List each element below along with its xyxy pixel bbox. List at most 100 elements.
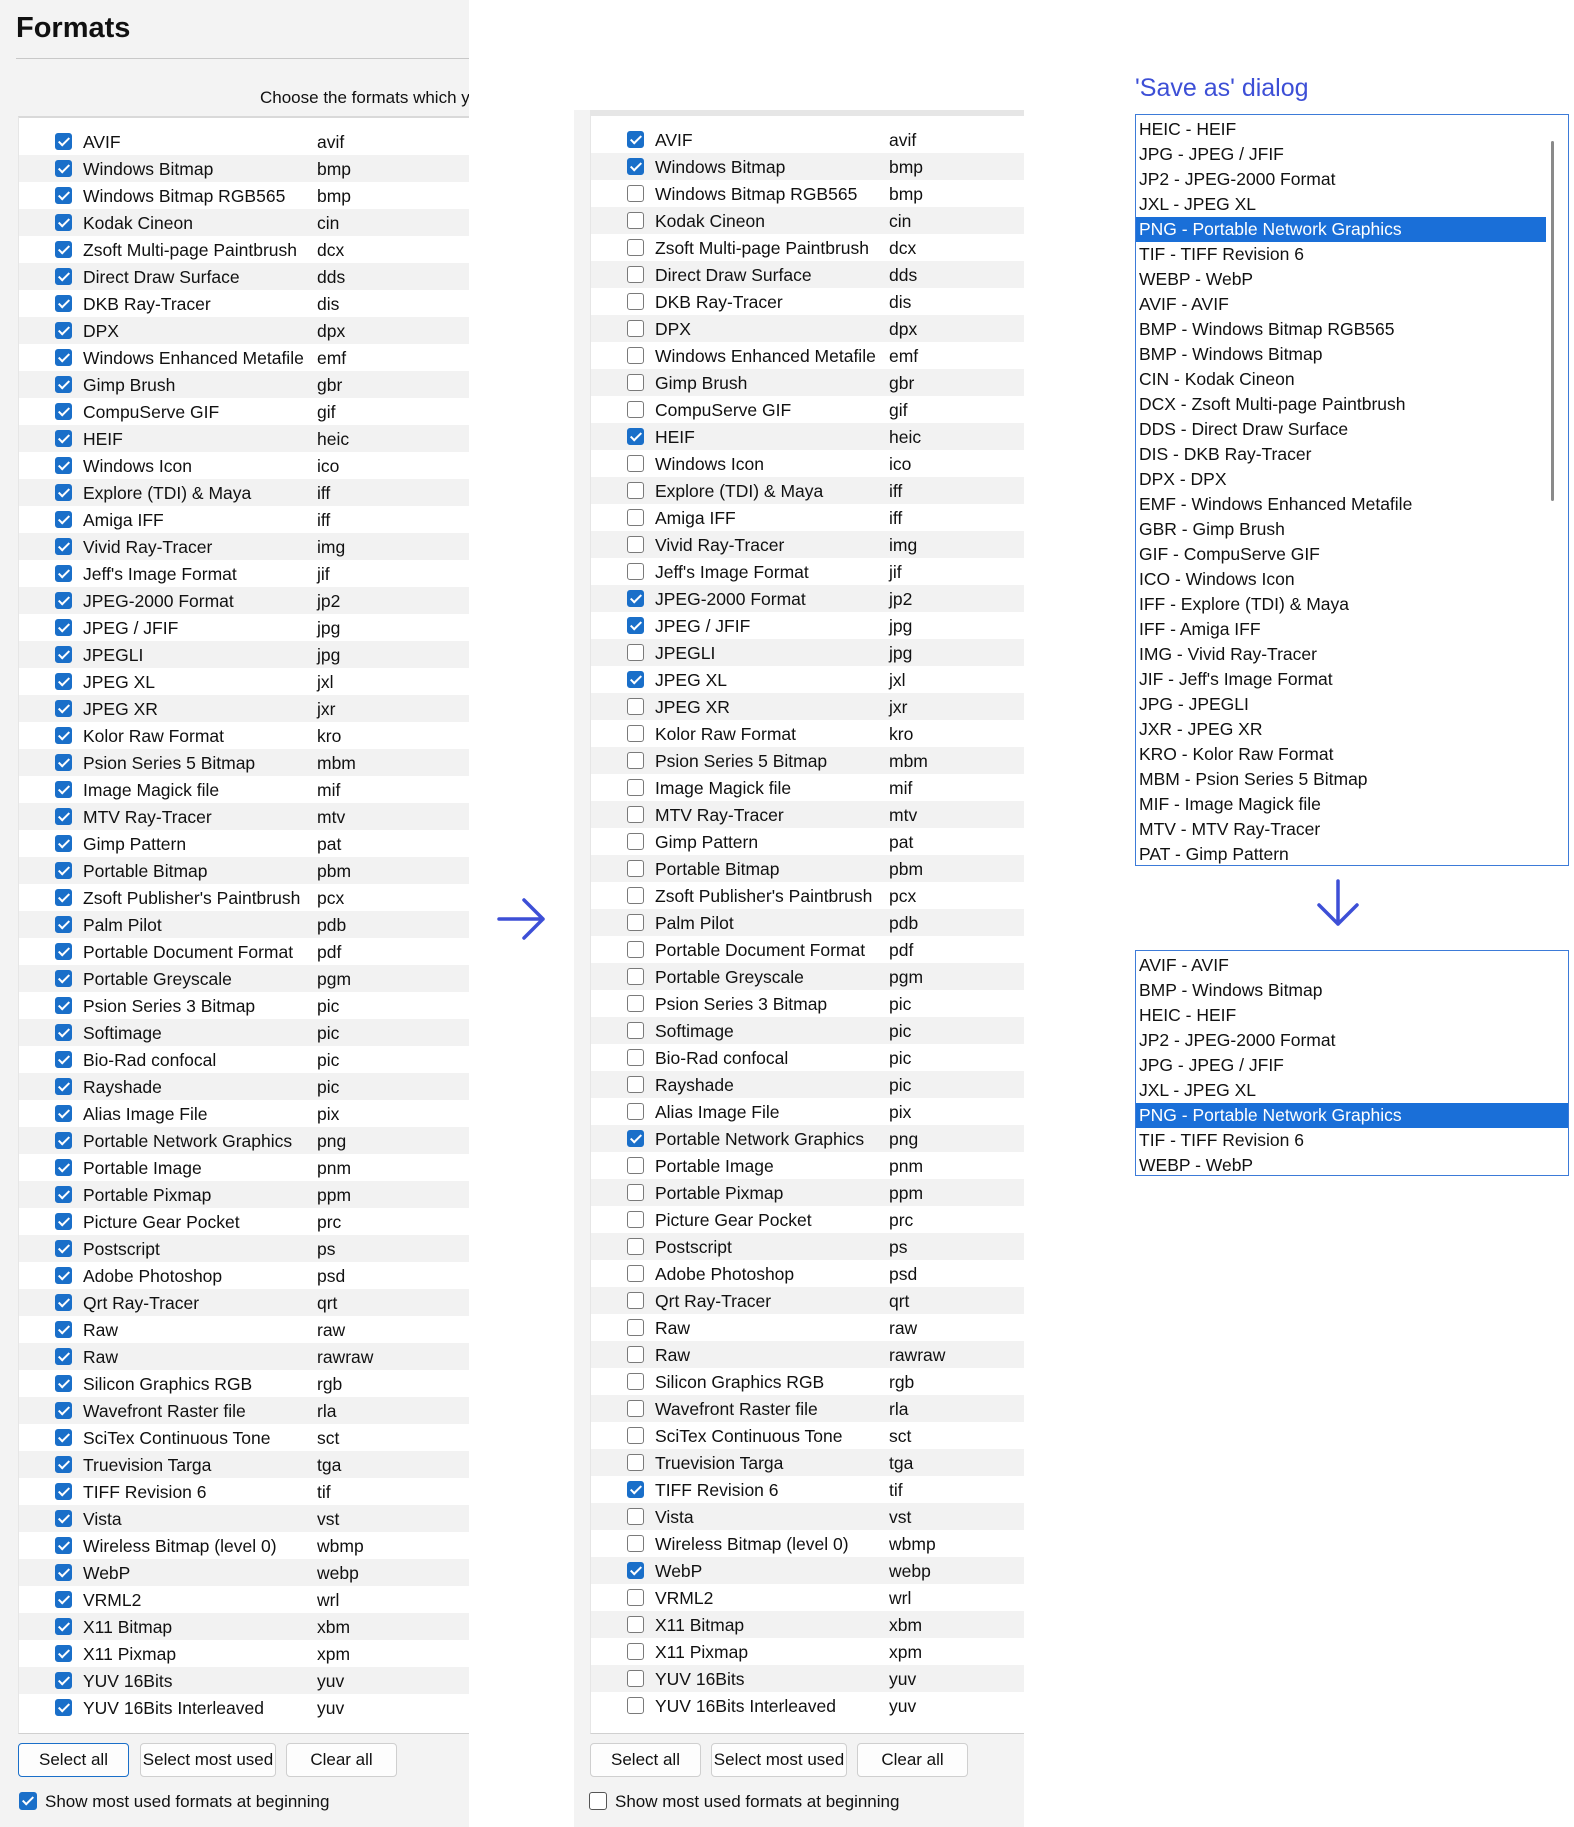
format-checkbox[interactable] bbox=[627, 1643, 644, 1660]
format-option[interactable]: PNG - Portable Network Graphics bbox=[1136, 217, 1546, 242]
save-as-format-list-before[interactable]: HEIC - HEIF JPG - JPEG / JFIF JP2 - JPEG-2… bbox=[1135, 114, 1569, 866]
format-row[interactable]: JPEGLI jpg bbox=[591, 639, 1024, 666]
format-row[interactable]: X11 Bitmap xbm bbox=[591, 1611, 1024, 1638]
format-row[interactable]: Zsoft Multi-page Paintbrush dcx bbox=[19, 236, 469, 263]
format-row[interactable]: Portable Bitmap pbm bbox=[19, 857, 469, 884]
format-row[interactable]: Kolor Raw Format kro bbox=[19, 722, 469, 749]
format-row[interactable]: Zsoft Publisher's Paintbrush pcx bbox=[19, 884, 469, 911]
format-row[interactable]: Amiga IFF iff bbox=[19, 506, 469, 533]
format-checkbox[interactable] bbox=[55, 538, 72, 555]
format-row[interactable]: Truevision Targa tga bbox=[19, 1451, 469, 1478]
format-checkbox[interactable] bbox=[55, 1267, 72, 1284]
format-checkbox[interactable] bbox=[55, 592, 72, 609]
format-checkbox[interactable] bbox=[627, 644, 644, 661]
format-row[interactable]: Silicon Graphics RGB rgb bbox=[591, 1368, 1024, 1395]
format-option[interactable]: TIF - TIFF Revision 6 bbox=[1136, 1128, 1568, 1153]
format-option[interactable]: PAT - Gimp Pattern bbox=[1136, 842, 1546, 865]
format-row[interactable]: HEIF heic bbox=[591, 423, 1024, 450]
format-row[interactable]: Windows Bitmap bmp bbox=[19, 155, 469, 182]
format-row[interactable]: Portable Greyscale pgm bbox=[19, 965, 469, 992]
format-row[interactable]: Windows Enhanced Metafile emf bbox=[19, 344, 469, 371]
format-option[interactable]: DPX - DPX bbox=[1136, 467, 1546, 492]
format-checkbox[interactable] bbox=[627, 1508, 644, 1525]
format-row[interactable]: Portable Document Format pdf bbox=[19, 938, 469, 965]
format-row[interactable]: Psion Series 5 Bitmap mbm bbox=[591, 747, 1024, 774]
select-all-button[interactable]: Select all bbox=[18, 1743, 129, 1777]
format-checkbox[interactable] bbox=[55, 781, 72, 798]
format-row[interactable]: WebP webp bbox=[591, 1557, 1024, 1584]
format-row[interactable]: YUV 16Bits yuv bbox=[591, 1665, 1024, 1692]
format-checkbox[interactable] bbox=[627, 158, 644, 175]
format-row[interactable]: Raw rawraw bbox=[591, 1341, 1024, 1368]
format-row[interactable]: Vista vst bbox=[19, 1505, 469, 1532]
format-checkbox[interactable] bbox=[627, 590, 644, 607]
format-checkbox[interactable] bbox=[627, 1076, 644, 1093]
format-row[interactable]: Picture Gear Pocket prc bbox=[19, 1208, 469, 1235]
format-option[interactable]: JP2 - JPEG-2000 Format bbox=[1136, 167, 1546, 192]
format-option[interactable]: GIF - CompuServe GIF bbox=[1136, 542, 1546, 567]
format-checkbox[interactable] bbox=[627, 563, 644, 580]
format-row[interactable]: Portable Pixmap ppm bbox=[19, 1181, 469, 1208]
format-row[interactable]: SciTex Continuous Tone sct bbox=[19, 1424, 469, 1451]
format-checkbox[interactable] bbox=[627, 1319, 644, 1336]
format-checkbox[interactable] bbox=[55, 1321, 72, 1338]
format-row[interactable]: Palm Pilot pdb bbox=[19, 911, 469, 938]
format-option[interactable]: EMF - Windows Enhanced Metafile bbox=[1136, 492, 1546, 517]
format-option[interactable]: MIF - Image Magick file bbox=[1136, 792, 1546, 817]
format-option[interactable]: GBR - Gimp Brush bbox=[1136, 517, 1546, 542]
format-checkbox[interactable] bbox=[55, 1348, 72, 1365]
format-row[interactable]: Postscript ps bbox=[591, 1233, 1024, 1260]
format-row[interactable]: Softimage pic bbox=[19, 1019, 469, 1046]
format-checkbox[interactable] bbox=[627, 1238, 644, 1255]
format-row[interactable]: MTV Ray-Tracer mtv bbox=[591, 801, 1024, 828]
format-row[interactable]: JPEG XR jxr bbox=[591, 693, 1024, 720]
format-row[interactable]: TIFF Revision 6 tif bbox=[591, 1476, 1024, 1503]
format-checkbox[interactable] bbox=[627, 1103, 644, 1120]
format-checkbox[interactable] bbox=[627, 1481, 644, 1498]
format-row[interactable]: AVIF avif bbox=[591, 126, 1024, 153]
format-checkbox[interactable] bbox=[55, 403, 72, 420]
format-checkbox[interactable] bbox=[627, 806, 644, 823]
format-checkbox[interactable] bbox=[627, 1184, 644, 1201]
format-row[interactable]: Windows Bitmap RGB565 bmp bbox=[19, 182, 469, 209]
formats-list-after[interactable]: AVIF avif Windows Bitmap bmp Windows Bitmap … bbox=[590, 110, 1024, 1734]
format-checkbox[interactable] bbox=[627, 1589, 644, 1606]
format-checkbox[interactable] bbox=[55, 1078, 72, 1095]
format-checkbox[interactable] bbox=[55, 133, 72, 150]
format-row[interactable]: Explore (TDI) & Maya iff bbox=[19, 479, 469, 506]
format-checkbox[interactable] bbox=[55, 727, 72, 744]
format-checkbox[interactable] bbox=[627, 320, 644, 337]
format-checkbox[interactable] bbox=[55, 376, 72, 393]
show-most-used-checkbox[interactable] bbox=[19, 1792, 37, 1810]
format-checkbox[interactable] bbox=[55, 349, 72, 366]
format-row[interactable]: JPEG XL jxl bbox=[19, 668, 469, 695]
format-checkbox[interactable] bbox=[627, 239, 644, 256]
format-row[interactable]: X11 Pixmap xpm bbox=[591, 1638, 1024, 1665]
format-row[interactable]: YUV 16Bits yuv bbox=[19, 1667, 469, 1694]
format-row[interactable]: Kodak Cineon cin bbox=[19, 209, 469, 236]
format-row[interactable]: Portable Document Format pdf bbox=[591, 936, 1024, 963]
format-row[interactable]: DKB Ray-Tracer dis bbox=[19, 290, 469, 317]
format-option[interactable]: WEBP - WebP bbox=[1136, 1153, 1568, 1175]
format-option[interactable]: BMP - Windows Bitmap bbox=[1136, 978, 1568, 1003]
format-row[interactable]: YUV 16Bits Interleaved yuv bbox=[19, 1694, 469, 1721]
format-row[interactable]: Portable Image pnm bbox=[19, 1154, 469, 1181]
format-option[interactable]: JIF - Jeff's Image Format bbox=[1136, 667, 1546, 692]
format-checkbox[interactable] bbox=[55, 646, 72, 663]
format-option[interactable]: PNG - Portable Network Graphics bbox=[1136, 1103, 1568, 1128]
format-row[interactable]: JPEG / JFIF jpg bbox=[19, 614, 469, 641]
format-checkbox[interactable] bbox=[627, 482, 644, 499]
format-checkbox[interactable] bbox=[55, 889, 72, 906]
format-checkbox[interactable] bbox=[627, 1346, 644, 1363]
format-row[interactable]: Qrt Ray-Tracer qrt bbox=[19, 1289, 469, 1316]
format-row[interactable]: Raw rawraw bbox=[19, 1343, 469, 1370]
format-row[interactable]: Softimage pic bbox=[591, 1017, 1024, 1044]
format-checkbox[interactable] bbox=[55, 1024, 72, 1041]
format-row[interactable]: Windows Icon ico bbox=[19, 452, 469, 479]
format-row[interactable]: JPEG XR jxr bbox=[19, 695, 469, 722]
format-option[interactable]: HEIC - HEIF bbox=[1136, 117, 1546, 142]
format-row[interactable]: Picture Gear Pocket prc bbox=[591, 1206, 1024, 1233]
format-row[interactable]: VRML2 wrl bbox=[19, 1586, 469, 1613]
format-row[interactable]: Image Magick file mif bbox=[591, 774, 1024, 801]
format-row[interactable]: Jeff's Image Format jif bbox=[19, 560, 469, 587]
